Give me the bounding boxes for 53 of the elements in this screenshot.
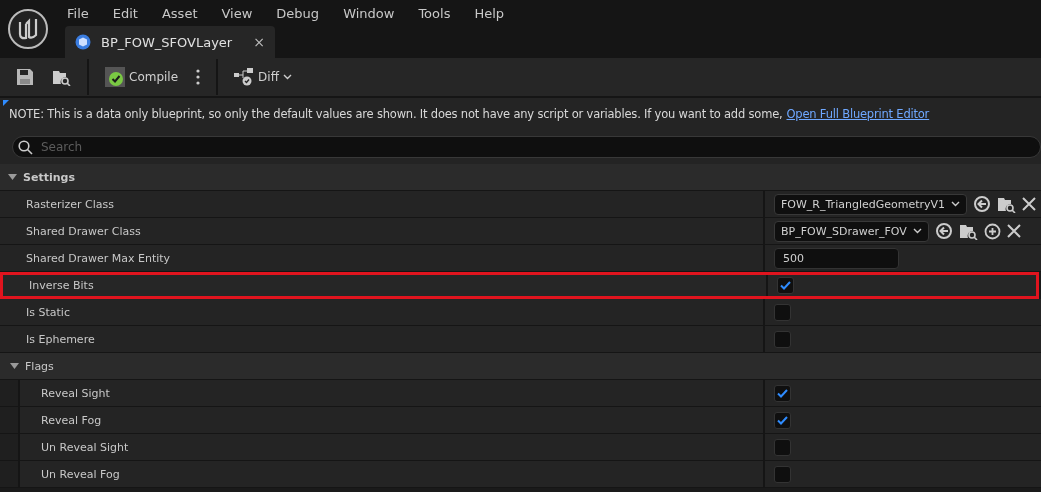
menu-item[interactable]: File xyxy=(64,5,100,21)
menu-item[interactable]: Tools xyxy=(415,5,462,21)
blueprint-icon xyxy=(75,34,91,50)
checkbox[interactable] xyxy=(774,465,791,483)
vertical-dots-icon xyxy=(196,69,201,85)
checkbox[interactable] xyxy=(774,303,791,321)
menu-item[interactable]: Asset xyxy=(158,5,209,21)
class-dropdown[interactable]: FOW_R_TriangledGeometryV1 xyxy=(774,193,968,215)
corner-marker-icon xyxy=(3,100,9,106)
close-icon[interactable] xyxy=(1006,224,1021,238)
number-field[interactable]: 500 xyxy=(774,247,899,269)
open-editor-link[interactable]: Open Full Blueprint Editor xyxy=(786,107,930,121)
search-icon xyxy=(18,140,33,155)
search-field[interactable]: Search xyxy=(12,136,1041,158)
close-icon[interactable] xyxy=(1022,197,1037,211)
save-button[interactable] xyxy=(14,66,36,88)
document-tab[interactable]: BP_FOW_SFOVLayer × xyxy=(65,26,275,58)
add-icon[interactable] xyxy=(983,222,1001,240)
folder-search-icon[interactable] xyxy=(958,222,978,240)
category-header[interactable]: Flags xyxy=(0,353,1041,380)
checkbox[interactable] xyxy=(774,384,791,402)
close-tab-button[interactable]: × xyxy=(253,34,265,50)
menu-item[interactable]: Help xyxy=(471,5,516,21)
checkbox[interactable] xyxy=(774,330,791,348)
diff-icon xyxy=(234,68,255,86)
caret-icon xyxy=(282,74,292,80)
check-icon xyxy=(780,281,791,290)
expanded-triangle-icon[interactable] xyxy=(10,363,19,369)
menu-item[interactable]: Debug xyxy=(273,5,331,21)
class-dropdown[interactable]: BP_FOW_SDrawer_FOV xyxy=(774,220,929,242)
folder-search-icon[interactable] xyxy=(997,195,1017,213)
check-icon xyxy=(777,388,788,398)
compile-success-icon xyxy=(105,67,125,87)
logo-icon[interactable] xyxy=(7,8,49,50)
arrow-circle-icon[interactable] xyxy=(934,222,953,240)
checkbox[interactable] xyxy=(777,277,794,294)
caret-icon xyxy=(951,201,961,207)
compile-button[interactable]: Compile xyxy=(103,65,181,89)
check-icon xyxy=(777,415,788,425)
property-name: Inverse Bits xyxy=(3,275,768,296)
caret-icon xyxy=(912,228,922,234)
checkbox[interactable] xyxy=(774,438,791,456)
menu-item[interactable]: View xyxy=(218,5,264,21)
menu-item[interactable]: Edit xyxy=(109,5,149,21)
checkbox[interactable] xyxy=(774,411,791,429)
note-text: NOTE: This is a data only blueprint, so only the default values are shown. It does not have any script or variables. If you want to add some, xyxy=(9,107,783,121)
tab-title: BP_FOW_SFOVLayer xyxy=(101,34,234,50)
category-header[interactable]: Settings xyxy=(0,164,1041,191)
diff-button[interactable]: Diff xyxy=(232,66,294,88)
arrow-circle-icon[interactable] xyxy=(973,195,992,213)
expanded-triangle-icon[interactable] xyxy=(8,174,17,180)
menu-item[interactable]: Window xyxy=(340,5,406,21)
property-name: Un Reveal Fog xyxy=(20,461,765,487)
